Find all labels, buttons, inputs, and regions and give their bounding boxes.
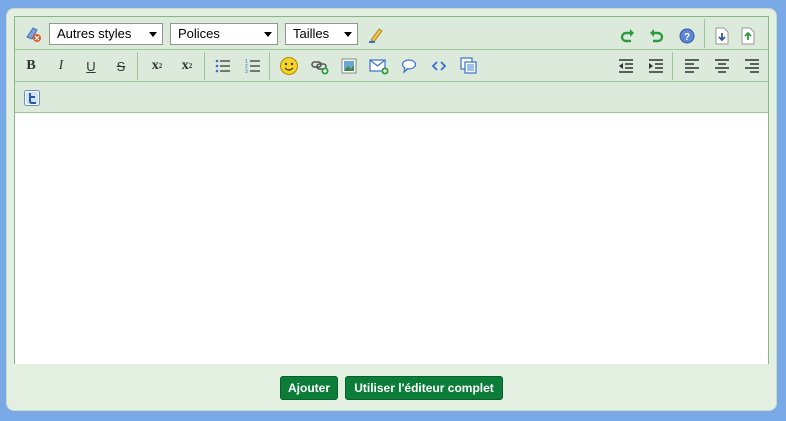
superscript-label: x bbox=[181, 58, 189, 73]
bold-label: B bbox=[26, 58, 36, 73]
fonts-select-label: Polices bbox=[178, 26, 220, 41]
toolbar-separator bbox=[204, 52, 205, 80]
subscript-label: x bbox=[151, 58, 159, 73]
twitter-icon[interactable] bbox=[21, 87, 43, 109]
chevron-down-icon bbox=[344, 32, 352, 37]
rich-text-editor: Autres styles Polices Tailles ? B I U S … bbox=[14, 16, 769, 364]
undo-icon[interactable] bbox=[645, 25, 667, 47]
italic-label: I bbox=[58, 58, 64, 73]
toolbar-row-2: B I U S x2 x2 1 2 3 bbox=[15, 50, 768, 82]
toolbar-separator bbox=[137, 52, 138, 80]
subscript-mark: 2 bbox=[158, 62, 163, 70]
add-button-label: Ajouter bbox=[288, 381, 330, 395]
redo-icon[interactable] bbox=[617, 25, 639, 47]
chevron-down-icon bbox=[149, 32, 157, 37]
remove-format-icon[interactable] bbox=[22, 23, 44, 45]
insert-link-icon[interactable] bbox=[309, 55, 331, 77]
insert-image-icon[interactable] bbox=[338, 55, 360, 77]
toolbar-separator bbox=[672, 52, 673, 80]
sizes-select-label: Tailles bbox=[293, 26, 330, 41]
toolbar-row-1: Autres styles Polices Tailles ? bbox=[15, 17, 768, 50]
subscript-button[interactable]: x2 bbox=[146, 55, 168, 77]
toolbar-separator bbox=[704, 19, 705, 48]
underline-button[interactable]: U bbox=[80, 55, 102, 77]
svg-text:3: 3 bbox=[245, 69, 248, 75]
code-icon[interactable] bbox=[428, 55, 450, 77]
align-center-icon[interactable] bbox=[711, 55, 733, 77]
numbered-list-icon[interactable]: 1 2 3 bbox=[242, 55, 264, 77]
align-left-icon[interactable] bbox=[681, 55, 703, 77]
styles-select-label: Autres styles bbox=[57, 26, 132, 41]
text-color-icon[interactable] bbox=[365, 24, 387, 46]
fonts-select[interactable]: Polices bbox=[170, 23, 278, 45]
sizes-select[interactable]: Tailles bbox=[285, 23, 358, 45]
download-icon[interactable] bbox=[711, 25, 733, 47]
styles-select[interactable]: Autres styles bbox=[49, 23, 163, 45]
strikethrough-label: S bbox=[116, 58, 126, 74]
full-editor-button[interactable]: Utiliser l'éditeur complet bbox=[345, 376, 503, 400]
quote-bubble-icon[interactable] bbox=[398, 55, 420, 77]
add-button[interactable]: Ajouter bbox=[280, 376, 338, 400]
underline-label: U bbox=[86, 58, 96, 74]
help-icon[interactable]: ? bbox=[676, 25, 698, 47]
svg-text:?: ? bbox=[684, 32, 690, 43]
strikethrough-button[interactable]: S bbox=[110, 55, 132, 77]
smiley-icon[interactable] bbox=[278, 55, 300, 77]
italic-button[interactable]: I bbox=[50, 55, 72, 77]
bold-button[interactable]: B bbox=[20, 55, 42, 77]
full-editor-button-label: Utiliser l'éditeur complet bbox=[354, 381, 494, 395]
bullet-list-icon[interactable] bbox=[212, 55, 234, 77]
insert-email-icon[interactable] bbox=[368, 55, 390, 77]
outdent-icon[interactable] bbox=[615, 55, 637, 77]
superscript-mark: 2 bbox=[188, 62, 193, 70]
copy-icon[interactable] bbox=[458, 55, 480, 77]
upload-icon[interactable] bbox=[737, 25, 759, 47]
toolbar-row-3 bbox=[15, 82, 768, 113]
align-right-icon[interactable] bbox=[741, 55, 763, 77]
editor-content-area[interactable] bbox=[15, 113, 768, 364]
superscript-button[interactable]: x2 bbox=[176, 55, 198, 77]
indent-icon[interactable] bbox=[645, 55, 667, 77]
toolbar-separator bbox=[269, 52, 270, 80]
chevron-down-icon bbox=[264, 32, 272, 37]
